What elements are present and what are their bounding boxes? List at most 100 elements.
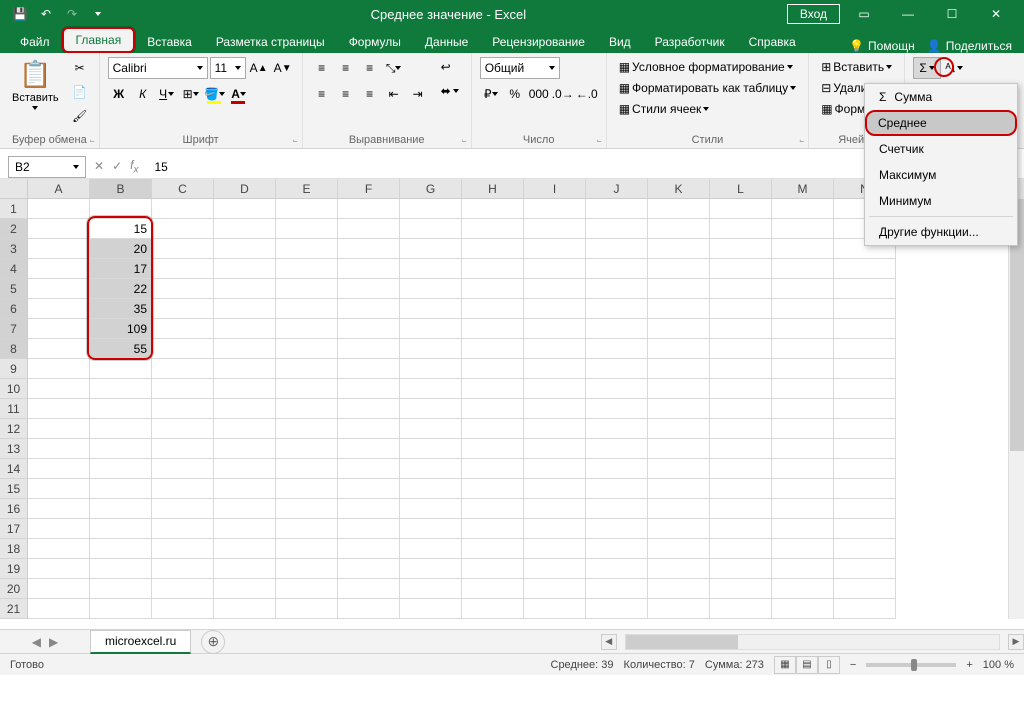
cell-J16[interactable] <box>586 499 648 519</box>
cell-K11[interactable] <box>648 399 710 419</box>
cell-D10[interactable] <box>214 379 276 399</box>
cell-C17[interactable] <box>152 519 214 539</box>
cell-H21[interactable] <box>462 599 524 619</box>
cell-E16[interactable] <box>276 499 338 519</box>
cell-B8[interactable]: 55 <box>90 339 152 359</box>
row-header-4[interactable]: 4 <box>0 259 28 279</box>
cell-L1[interactable] <box>710 199 772 219</box>
cell-F6[interactable] <box>338 299 400 319</box>
cell-N14[interactable] <box>834 459 896 479</box>
cell-D21[interactable] <box>214 599 276 619</box>
cell-K3[interactable] <box>648 239 710 259</box>
cell-M10[interactable] <box>772 379 834 399</box>
cell-N7[interactable] <box>834 319 896 339</box>
row-header-7[interactable]: 7 <box>0 319 28 339</box>
cell-N20[interactable] <box>834 579 896 599</box>
cell-G1[interactable] <box>400 199 462 219</box>
cell-K16[interactable] <box>648 499 710 519</box>
horizontal-scrollbar[interactable] <box>625 634 1000 650</box>
view-page-layout-button[interactable]: ▤ <box>796 656 818 674</box>
cell-L11[interactable] <box>710 399 772 419</box>
cell-A12[interactable] <box>28 419 90 439</box>
row-header-12[interactable]: 12 <box>0 419 28 439</box>
cell-N8[interactable] <box>834 339 896 359</box>
cell-I10[interactable] <box>524 379 586 399</box>
cell-D5[interactable] <box>214 279 276 299</box>
cell-L10[interactable] <box>710 379 772 399</box>
cell-I3[interactable] <box>524 239 586 259</box>
cell-G17[interactable] <box>400 519 462 539</box>
cell-H14[interactable] <box>462 459 524 479</box>
sheet-nav-next[interactable]: ▶ <box>49 635 58 649</box>
format-as-table-button[interactable]: ▦ Форматировать как таблицу <box>615 78 800 98</box>
cell-D14[interactable] <box>214 459 276 479</box>
cell-H20[interactable] <box>462 579 524 599</box>
cell-E6[interactable] <box>276 299 338 319</box>
signin-button[interactable]: Вход <box>787 4 840 24</box>
tab-view[interactable]: Вид <box>597 31 643 53</box>
cell-D1[interactable] <box>214 199 276 219</box>
cell-A20[interactable] <box>28 579 90 599</box>
cell-J3[interactable] <box>586 239 648 259</box>
cell-J10[interactable] <box>586 379 648 399</box>
cell-K18[interactable] <box>648 539 710 559</box>
number-format-select[interactable]: Общий <box>480 57 560 79</box>
cell-A15[interactable] <box>28 479 90 499</box>
cell-E12[interactable] <box>276 419 338 439</box>
cell-H7[interactable] <box>462 319 524 339</box>
sort-filter-button[interactable]: ᴬ↓ <box>943 57 965 79</box>
column-header-A[interactable]: A <box>28 179 90 199</box>
cell-E2[interactable] <box>276 219 338 239</box>
cell-L5[interactable] <box>710 279 772 299</box>
tab-insert[interactable]: Вставка <box>135 31 204 53</box>
row-header-9[interactable]: 9 <box>0 359 28 379</box>
cell-B6[interactable]: 35 <box>90 299 152 319</box>
increase-font-button[interactable]: A▲ <box>248 57 270 79</box>
cell-N5[interactable] <box>834 279 896 299</box>
paste-button[interactable]: 📋 Вставить <box>8 57 63 112</box>
cell-N16[interactable] <box>834 499 896 519</box>
cell-E4[interactable] <box>276 259 338 279</box>
cell-K15[interactable] <box>648 479 710 499</box>
cell-L20[interactable] <box>710 579 772 599</box>
cell-K9[interactable] <box>648 359 710 379</box>
cell-K17[interactable] <box>648 519 710 539</box>
cell-A11[interactable] <box>28 399 90 419</box>
cell-C1[interactable] <box>152 199 214 219</box>
cell-G8[interactable] <box>400 339 462 359</box>
cell-B17[interactable] <box>90 519 152 539</box>
cell-K21[interactable] <box>648 599 710 619</box>
cell-M16[interactable] <box>772 499 834 519</box>
cell-E3[interactable] <box>276 239 338 259</box>
cell-H19[interactable] <box>462 559 524 579</box>
cell-G12[interactable] <box>400 419 462 439</box>
column-header-M[interactable]: M <box>772 179 834 199</box>
cell-K12[interactable] <box>648 419 710 439</box>
cell-K6[interactable] <box>648 299 710 319</box>
row-header-15[interactable]: 15 <box>0 479 28 499</box>
cell-G11[interactable] <box>400 399 462 419</box>
increase-decimal-button[interactable]: .0→ <box>552 83 574 105</box>
cell-styles-button[interactable]: ▦ Стили ячеек <box>615 99 800 119</box>
cell-H16[interactable] <box>462 499 524 519</box>
cell-J15[interactable] <box>586 479 648 499</box>
cell-N6[interactable] <box>834 299 896 319</box>
cell-G7[interactable] <box>400 319 462 339</box>
cell-F12[interactable] <box>338 419 400 439</box>
cell-J13[interactable] <box>586 439 648 459</box>
cell-E9[interactable] <box>276 359 338 379</box>
cell-G18[interactable] <box>400 539 462 559</box>
cell-H17[interactable] <box>462 519 524 539</box>
cell-B18[interactable] <box>90 539 152 559</box>
cancel-formula-button[interactable]: ✕ <box>94 159 104 173</box>
cell-C9[interactable] <box>152 359 214 379</box>
cell-N4[interactable] <box>834 259 896 279</box>
row-header-16[interactable]: 16 <box>0 499 28 519</box>
cell-I9[interactable] <box>524 359 586 379</box>
sheet-nav-prev[interactable]: ◀ <box>32 635 41 649</box>
cell-B14[interactable] <box>90 459 152 479</box>
cell-M7[interactable] <box>772 319 834 339</box>
cell-M5[interactable] <box>772 279 834 299</box>
cell-F5[interactable] <box>338 279 400 299</box>
cell-A18[interactable] <box>28 539 90 559</box>
